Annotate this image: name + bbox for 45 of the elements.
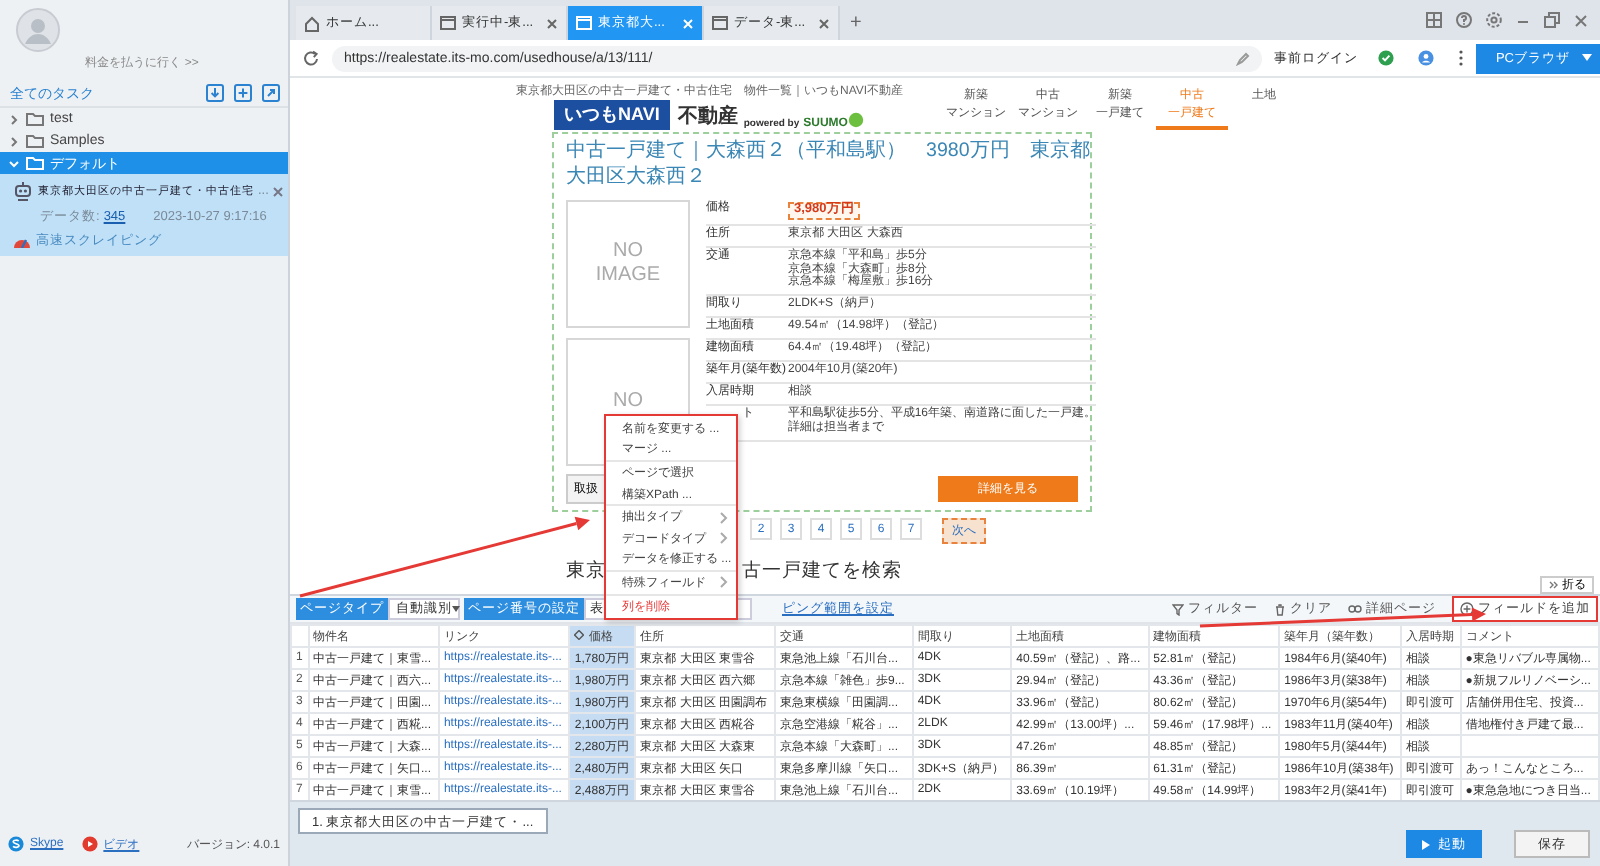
play-icon xyxy=(1422,839,1430,849)
page-icon xyxy=(712,16,728,30)
caret-down-icon xyxy=(1582,54,1592,62)
close-icon[interactable] xyxy=(818,17,830,29)
collapse-icon xyxy=(1548,580,1558,590)
reload-icon[interactable] xyxy=(302,49,320,67)
close-icon[interactable] xyxy=(1574,13,1588,27)
settings-icon[interactable] xyxy=(1486,12,1502,28)
grid-icon[interactable] xyxy=(1426,12,1442,28)
brand-logo: いつもNAVI xyxy=(554,100,670,130)
home-icon xyxy=(304,15,320,31)
link-icon xyxy=(1348,604,1362,614)
video-icon[interactable] xyxy=(81,836,98,852)
close-icon[interactable] xyxy=(546,17,558,29)
plus-circle-icon xyxy=(1460,602,1474,616)
page-icon xyxy=(440,16,456,30)
export-icon[interactable] xyxy=(262,84,280,102)
listing-title[interactable]: 大田区大森西２ xyxy=(566,164,706,190)
trash-icon xyxy=(1274,603,1286,615)
logo-category: 不動産 xyxy=(677,102,738,130)
add-task-icon[interactable] xyxy=(234,84,252,102)
account-icon[interactable] xyxy=(1417,50,1434,66)
placeholder-text: NO xyxy=(613,390,643,414)
field-icon xyxy=(574,630,585,641)
page-icon xyxy=(576,16,592,30)
new-tab-button[interactable]: + xyxy=(850,12,862,34)
listing-title[interactable]: 中古一戸建て｜大森西２（平和島駅） 3980万円 東京都 xyxy=(566,138,1090,164)
skype-icon[interactable] xyxy=(8,836,24,852)
edit-icon[interactable] xyxy=(1235,51,1250,65)
filter-icon xyxy=(1172,603,1184,615)
search-heading: 古一戸建てを検索 xyxy=(742,560,902,584)
caret-down-icon[interactable] xyxy=(8,157,20,169)
speed-icon xyxy=(12,234,32,248)
import-icon[interactable] xyxy=(206,84,224,102)
placeholder-text: NO xyxy=(613,240,643,264)
help-icon[interactable] xyxy=(1456,12,1472,28)
restore-icon[interactable] xyxy=(1544,12,1560,28)
caret-down-icon xyxy=(452,606,460,612)
avatar-icon xyxy=(16,8,60,52)
chevron-right-icon xyxy=(720,576,728,589)
close-icon[interactable] xyxy=(272,185,285,197)
search-heading: 東京 xyxy=(566,560,606,584)
kebab-menu-icon[interactable] xyxy=(1457,50,1464,66)
robot-icon xyxy=(12,180,34,202)
placeholder-text: IMAGE xyxy=(595,264,661,288)
